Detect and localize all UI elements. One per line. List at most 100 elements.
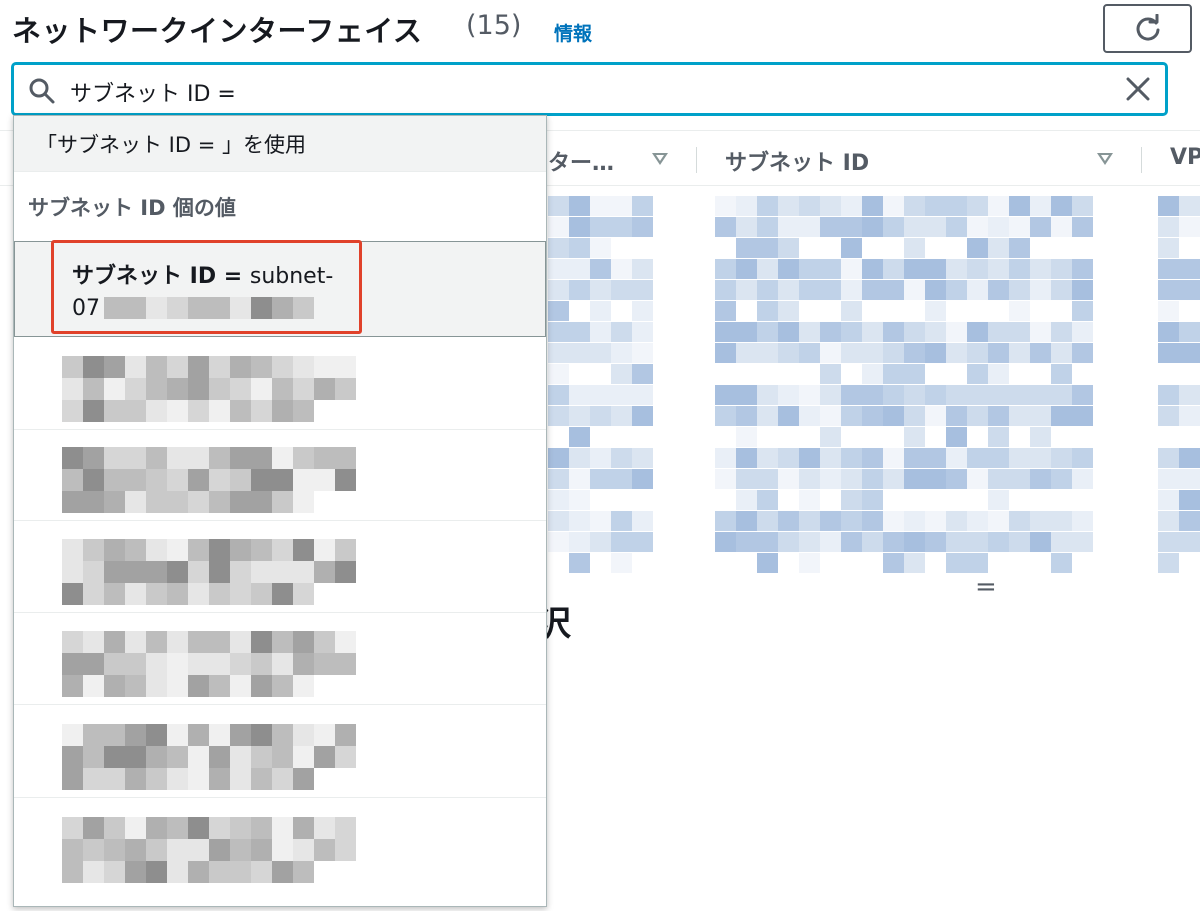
search-icon <box>29 78 55 104</box>
redacted-cell <box>1158 385 1200 405</box>
redacted-cell <box>548 196 653 216</box>
redacted-cell <box>1158 301 1200 321</box>
redacted-text <box>62 768 314 790</box>
redacted-text <box>62 491 314 513</box>
search-value[interactable]: サブネット ID = <box>70 76 236 108</box>
use-typed-value-label: 「サブネット ID = 」を使用 <box>36 133 306 157</box>
redacted-text <box>62 583 314 605</box>
redacted-cell <box>548 553 653 573</box>
redacted-cell <box>548 427 653 447</box>
redacted-cell <box>715 448 1093 468</box>
redacted-text <box>62 356 356 378</box>
redacted-cell <box>1158 406 1200 426</box>
redacted-cell <box>548 364 653 384</box>
item-count: (15) <box>466 10 522 41</box>
redacted-text <box>62 378 356 400</box>
redacted-cell <box>715 511 1093 531</box>
redacted-cell <box>1158 259 1200 279</box>
redacted-text <box>62 861 314 883</box>
redacted-cell <box>548 469 653 489</box>
redacted-cell <box>1158 490 1200 510</box>
subnet-option-redacted[interactable] <box>62 613 502 703</box>
redacted-cell <box>715 280 1093 300</box>
redacted-text <box>62 447 356 469</box>
redacted-cell <box>715 385 1093 405</box>
redacted-cell <box>715 196 1093 216</box>
redacted-cell <box>715 301 1093 321</box>
redacted-cell <box>1158 238 1200 258</box>
redacted-cell <box>715 490 1093 510</box>
redacted-cell <box>548 238 653 258</box>
redacted-cell <box>548 301 653 321</box>
redacted-cell <box>1158 280 1200 300</box>
info-link[interactable]: 情報 <box>554 19 592 46</box>
option-group-label: サブネット ID 個の値 <box>28 196 236 220</box>
redacted-cell <box>715 364 1093 384</box>
option-divider <box>14 704 546 705</box>
page-title: ネットワークインターフェイス <box>12 14 423 48</box>
redacted-cell <box>1158 427 1200 447</box>
search-input[interactable]: サブネット ID = <box>12 63 1167 115</box>
close-icon[interactable] <box>1125 76 1151 102</box>
equals-fragment: = <box>975 572 997 602</box>
column-header-vpc[interactable]: VP <box>1170 145 1200 170</box>
redacted-cell <box>1158 553 1200 573</box>
redacted-cell <box>548 217 653 237</box>
column-header-subnet-id[interactable]: サブネット ID <box>725 145 869 177</box>
redacted-cell <box>548 532 653 552</box>
sort-icon[interactable] <box>1097 153 1113 165</box>
column-divider[interactable] <box>1141 147 1142 173</box>
redacted-cell <box>1158 322 1200 342</box>
redacted-cell <box>715 343 1093 363</box>
column-divider[interactable] <box>696 147 697 173</box>
subnet-option-redacted[interactable] <box>62 521 502 611</box>
redacted-cell <box>548 490 653 510</box>
redacted-text <box>62 839 356 861</box>
subnet-option-redacted[interactable] <box>62 429 502 519</box>
redacted-cell <box>715 322 1093 342</box>
autocomplete-dropdown: 「サブネット ID = 」を使用 サブネット ID 個の値 サブネット ID =… <box>13 115 547 907</box>
redacted-cell <box>715 469 1093 489</box>
use-typed-value-option[interactable]: 「サブネット ID = 」を使用 <box>14 116 546 172</box>
option-divider <box>14 797 546 798</box>
redacted-cell <box>715 532 1093 552</box>
redacted-cell <box>1158 448 1200 468</box>
subnet-option-redacted[interactable] <box>62 338 502 428</box>
redacted-cell <box>715 406 1093 426</box>
redacted-text <box>62 631 356 653</box>
redacted-cell <box>1158 364 1200 384</box>
refresh-icon <box>1136 13 1159 41</box>
sort-icon[interactable] <box>652 153 668 165</box>
redacted-text <box>62 469 356 491</box>
redacted-cell <box>548 280 653 300</box>
redacted-text <box>62 817 356 839</box>
redacted-cell <box>548 322 653 342</box>
redacted-text <box>62 653 356 675</box>
subnet-option-redacted[interactable] <box>62 706 502 796</box>
redacted-text <box>62 675 314 697</box>
redacted-cell <box>1158 343 1200 363</box>
redacted-text <box>62 724 356 746</box>
redacted-cell <box>548 343 653 363</box>
refresh-button[interactable] <box>1103 4 1192 53</box>
highlight-annotation-box <box>51 240 362 334</box>
redacted-cell <box>1158 511 1200 531</box>
redacted-cell <box>548 511 653 531</box>
redacted-cell <box>715 259 1093 279</box>
redacted-cell <box>1158 469 1200 489</box>
redacted-cell <box>1158 196 1200 216</box>
redacted-text <box>62 539 356 561</box>
column-header-type[interactable]: ター… <box>548 145 614 177</box>
redacted-cell <box>548 406 653 426</box>
redacted-cell <box>715 427 1093 447</box>
redacted-cell <box>548 448 653 468</box>
subnet-option-redacted[interactable] <box>62 799 502 889</box>
redacted-text <box>62 400 314 422</box>
redacted-text <box>62 746 356 768</box>
redacted-cell <box>715 553 1093 573</box>
redacted-cell <box>548 385 653 405</box>
redacted-cell <box>1158 532 1200 552</box>
redacted-cell <box>548 259 653 279</box>
redacted-cell <box>715 238 1093 258</box>
redacted-text <box>62 561 356 583</box>
